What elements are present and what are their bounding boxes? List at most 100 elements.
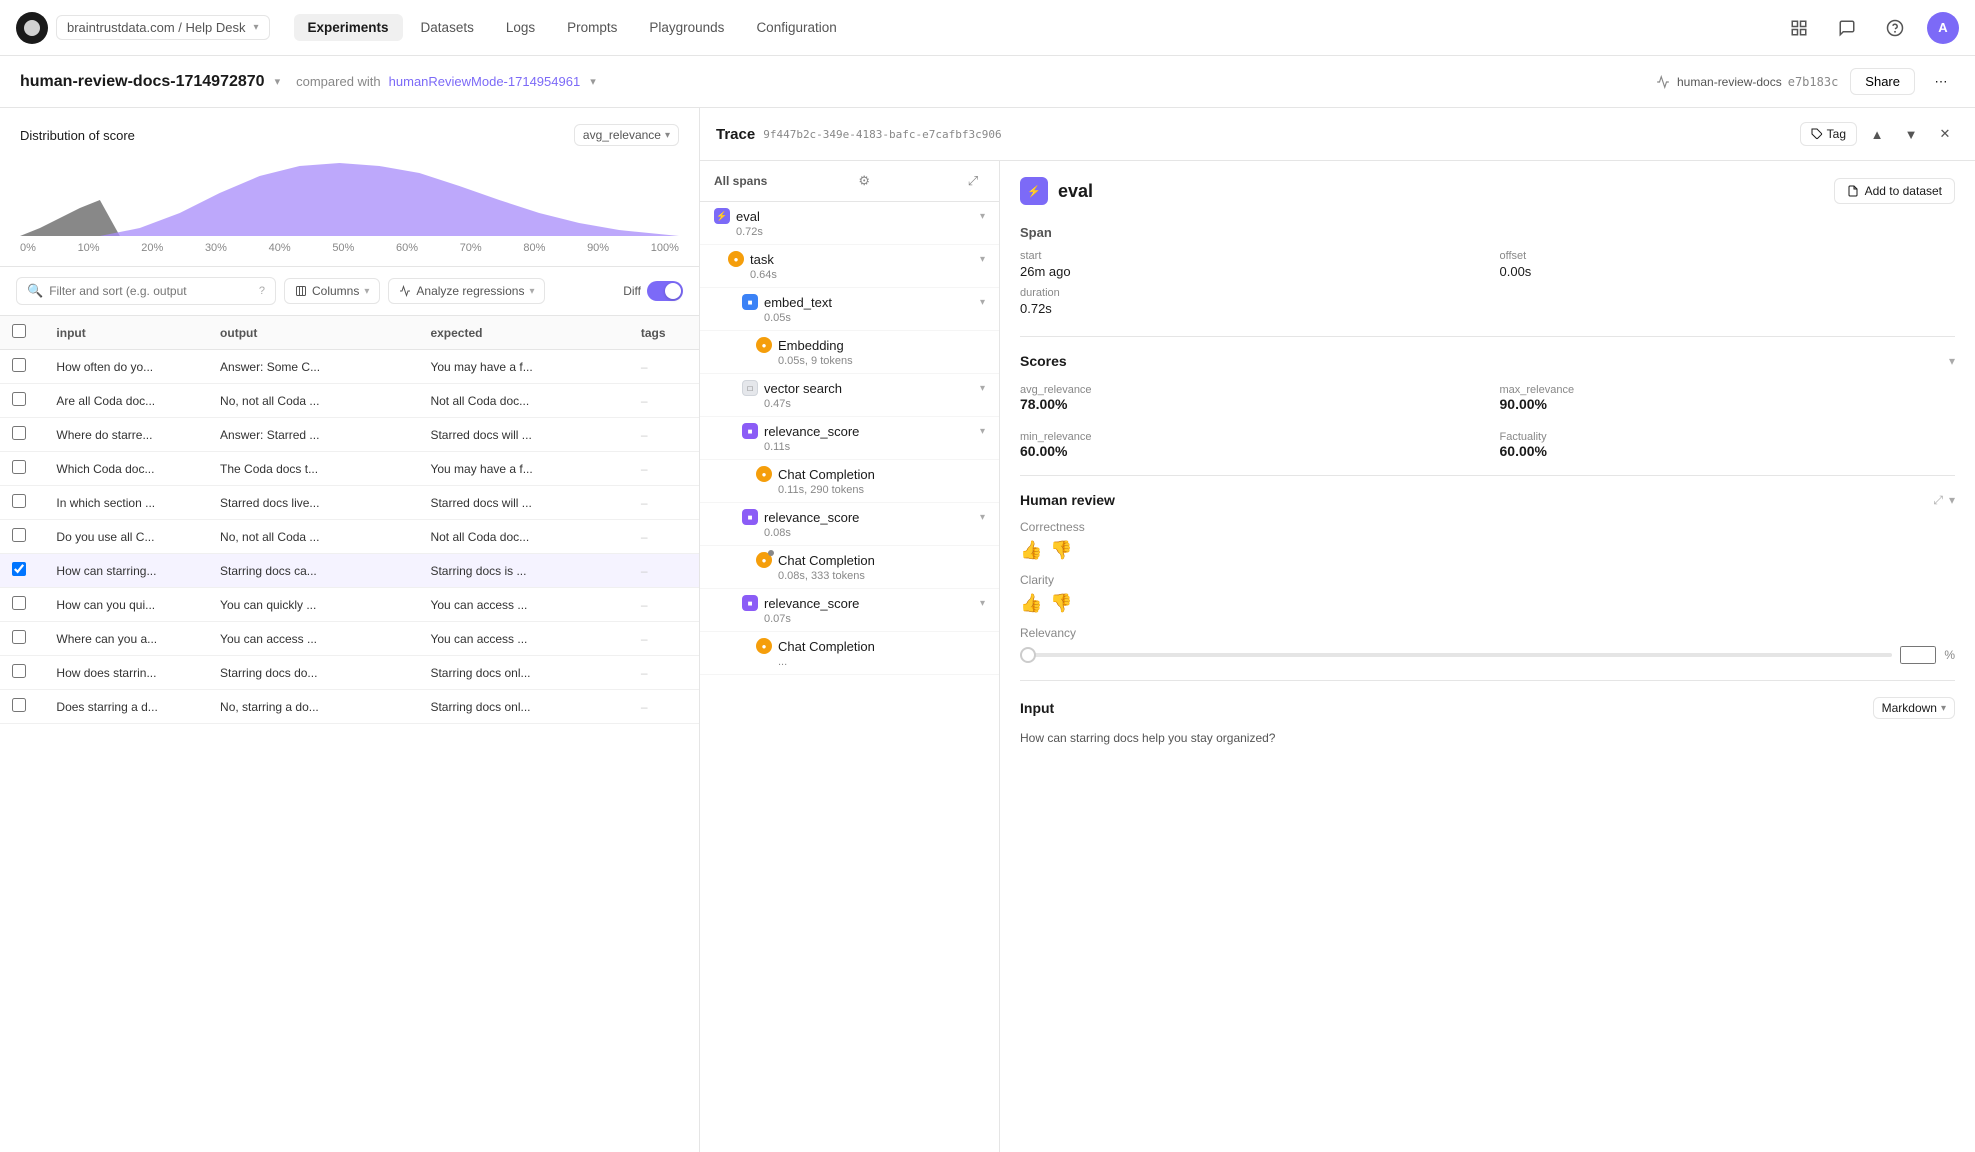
- row-checkbox[interactable]: [12, 392, 26, 406]
- span-item-relevance-2[interactable]: ■ relevance_score ▾ 0.08s: [700, 503, 999, 546]
- search-input[interactable]: [49, 284, 253, 298]
- correctness-thumbs-down[interactable]: 👎: [1050, 540, 1072, 561]
- row-checkbox[interactable]: [12, 664, 26, 678]
- row-expected: You may have a f...: [418, 350, 628, 384]
- span-item-embed-text[interactable]: ■ embed_text ▾ 0.05s: [700, 288, 999, 331]
- row-checkbox[interactable]: [12, 460, 26, 474]
- row-expected: You may have a f...: [418, 452, 628, 486]
- human-review-chevron-icon[interactable]: ▾: [1949, 493, 1955, 507]
- row-checkbox[interactable]: [12, 426, 26, 440]
- col-header-output: output: [208, 316, 418, 350]
- spans-settings-icon[interactable]: ⚙: [852, 169, 876, 193]
- table-row[interactable]: Which Coda doc... The Coda docs t... You…: [0, 452, 699, 486]
- nav-link-experiments[interactable]: Experiments: [294, 14, 403, 41]
- help-icon[interactable]: [1879, 12, 1911, 44]
- span-item-task[interactable]: ● task ▾ 0.64s: [700, 245, 999, 288]
- span-item-relevance-3[interactable]: ■ relevance_score ▾ 0.07s: [700, 589, 999, 632]
- row-input: How can you qui...: [44, 588, 208, 622]
- row-input: How often do yo...: [44, 350, 208, 384]
- percent-sign: %: [1944, 648, 1955, 662]
- metric-select[interactable]: avg_relevance ▾: [574, 124, 679, 146]
- span-item-vector-search[interactable]: □ vector search ▾ 0.47s: [700, 374, 999, 417]
- distribution-chart: [20, 158, 679, 238]
- clarity-thumbs-down[interactable]: 👎: [1050, 593, 1072, 614]
- table-row[interactable]: How often do yo... Answer: Some C... You…: [0, 350, 699, 384]
- span-item-chat-3[interactable]: ● Chat Completion ...: [700, 632, 999, 675]
- row-input: Which Coda doc...: [44, 452, 208, 486]
- clarity-thumbs-up[interactable]: 👍: [1020, 593, 1042, 614]
- tag-button[interactable]: Tag: [1800, 122, 1857, 146]
- row-output: Starring docs ca...: [208, 554, 418, 588]
- row-tags: –: [629, 554, 699, 588]
- compared-chevron-icon[interactable]: ▾: [590, 75, 596, 88]
- task-span-name: task: [750, 252, 974, 267]
- row-checkbox[interactable]: [12, 698, 26, 712]
- share-button[interactable]: Share: [1850, 68, 1915, 95]
- row-checkbox[interactable]: [12, 596, 26, 610]
- book-icon[interactable]: [1783, 12, 1815, 44]
- distribution-section: Distribution of score avg_relevance ▾ 0%…: [0, 108, 699, 267]
- table-row[interactable]: In which section ... Starred docs live..…: [0, 486, 699, 520]
- slider-track[interactable]: [1020, 653, 1892, 657]
- row-output: Starred docs live...: [208, 486, 418, 520]
- avg-relevance-value: 78.00%: [1020, 396, 1476, 412]
- table-row[interactable]: How does starrin... Starring docs do... …: [0, 656, 699, 690]
- span-item-eval[interactable]: ⚡ eval ▾ 0.72s: [700, 202, 999, 245]
- max-relevance-value: 90.00%: [1500, 396, 1956, 412]
- main-layout: Distribution of score avg_relevance ▾ 0%…: [0, 108, 1975, 1152]
- vector-chevron-icon: ▾: [980, 383, 985, 394]
- row-checkbox[interactable]: [12, 562, 26, 576]
- trace-up-icon[interactable]: ▲: [1863, 120, 1891, 148]
- span-item-relevance-1[interactable]: ■ relevance_score ▾ 0.11s: [700, 417, 999, 460]
- row-checkbox[interactable]: [12, 528, 26, 542]
- spans-expand-icon[interactable]: ⤢: [961, 169, 985, 193]
- relevancy-percent-input[interactable]: [1900, 646, 1936, 664]
- table-row[interactable]: How can starring... Starring docs ca... …: [0, 554, 699, 588]
- nav-logo[interactable]: [16, 12, 48, 44]
- diff-toggle-track[interactable]: [647, 281, 683, 301]
- nav-breadcrumb[interactable]: braintrustdata.com / Help Desk ▾: [56, 15, 270, 40]
- table-row[interactable]: Does starring a d... No, starring a do..…: [0, 690, 699, 724]
- row-checkbox[interactable]: [12, 630, 26, 644]
- user-avatar[interactable]: A: [1927, 12, 1959, 44]
- span-item-embedding[interactable]: ● Embedding 0.05s, 9 tokens: [700, 331, 999, 374]
- span-detail-panel: ⚡ eval Add to dataset Span start 26m ago…: [1000, 161, 1975, 1152]
- nav-link-configuration[interactable]: Configuration: [742, 14, 850, 41]
- scores-chevron-icon[interactable]: ▾: [1949, 354, 1955, 368]
- columns-button[interactable]: Columns ▾: [284, 278, 380, 304]
- more-options-icon[interactable]: ⋯: [1927, 68, 1955, 96]
- nav-link-playgrounds[interactable]: Playgrounds: [635, 14, 738, 41]
- row-tags: –: [629, 622, 699, 656]
- markdown-select[interactable]: Markdown ▾: [1873, 697, 1955, 719]
- row-checkbox[interactable]: [12, 494, 26, 508]
- row-checkbox[interactable]: [12, 358, 26, 372]
- row-input: Where can you a...: [44, 622, 208, 656]
- title-chevron-icon[interactable]: ▾: [275, 75, 281, 88]
- table-row[interactable]: Where can you a... You can access ... Yo…: [0, 622, 699, 656]
- table-row[interactable]: Where do starre... Answer: Starred ... S…: [0, 418, 699, 452]
- add-to-dataset-button[interactable]: Add to dataset: [1834, 178, 1955, 204]
- select-all-checkbox[interactable]: [12, 324, 26, 338]
- span-item-chat-2[interactable]: ● Chat Completion 0.08s, 333 tokens: [700, 546, 999, 589]
- trace-down-icon[interactable]: ▼: [1897, 120, 1925, 148]
- table-row[interactable]: Are all Coda doc... No, not all Coda ...…: [0, 384, 699, 418]
- table-row[interactable]: Do you use all C... No, not all Coda ...…: [0, 520, 699, 554]
- correctness-thumbs-up[interactable]: 👍: [1020, 540, 1042, 561]
- nav-link-datasets[interactable]: Datasets: [407, 14, 488, 41]
- col-header-expected: expected: [418, 316, 628, 350]
- human-review-expand-icon[interactable]: ⤢: [1933, 493, 1943, 508]
- rel1-span-time: 0.11s: [742, 441, 985, 453]
- analyze-button[interactable]: Analyze regressions ▾: [388, 278, 545, 304]
- sub-header-right: human-review-docs e7b183c Share ⋯: [1655, 68, 1955, 96]
- table-row[interactable]: How can you qui... You can quickly ... Y…: [0, 588, 699, 622]
- nav-right: A: [1783, 12, 1959, 44]
- nav-link-prompts[interactable]: Prompts: [553, 14, 631, 41]
- trace-close-icon[interactable]: ✕: [1931, 120, 1959, 148]
- compared-link[interactable]: humanReviewMode-1714954961: [389, 74, 581, 89]
- chat-icon[interactable]: [1831, 12, 1863, 44]
- search-help-icon[interactable]: ?: [259, 285, 265, 297]
- span-item-chat-1[interactable]: ● Chat Completion 0.11s, 290 tokens: [700, 460, 999, 503]
- slider-thumb[interactable]: [1020, 647, 1036, 663]
- nav-link-logs[interactable]: Logs: [492, 14, 549, 41]
- human-review-title: Human review: [1020, 492, 1115, 508]
